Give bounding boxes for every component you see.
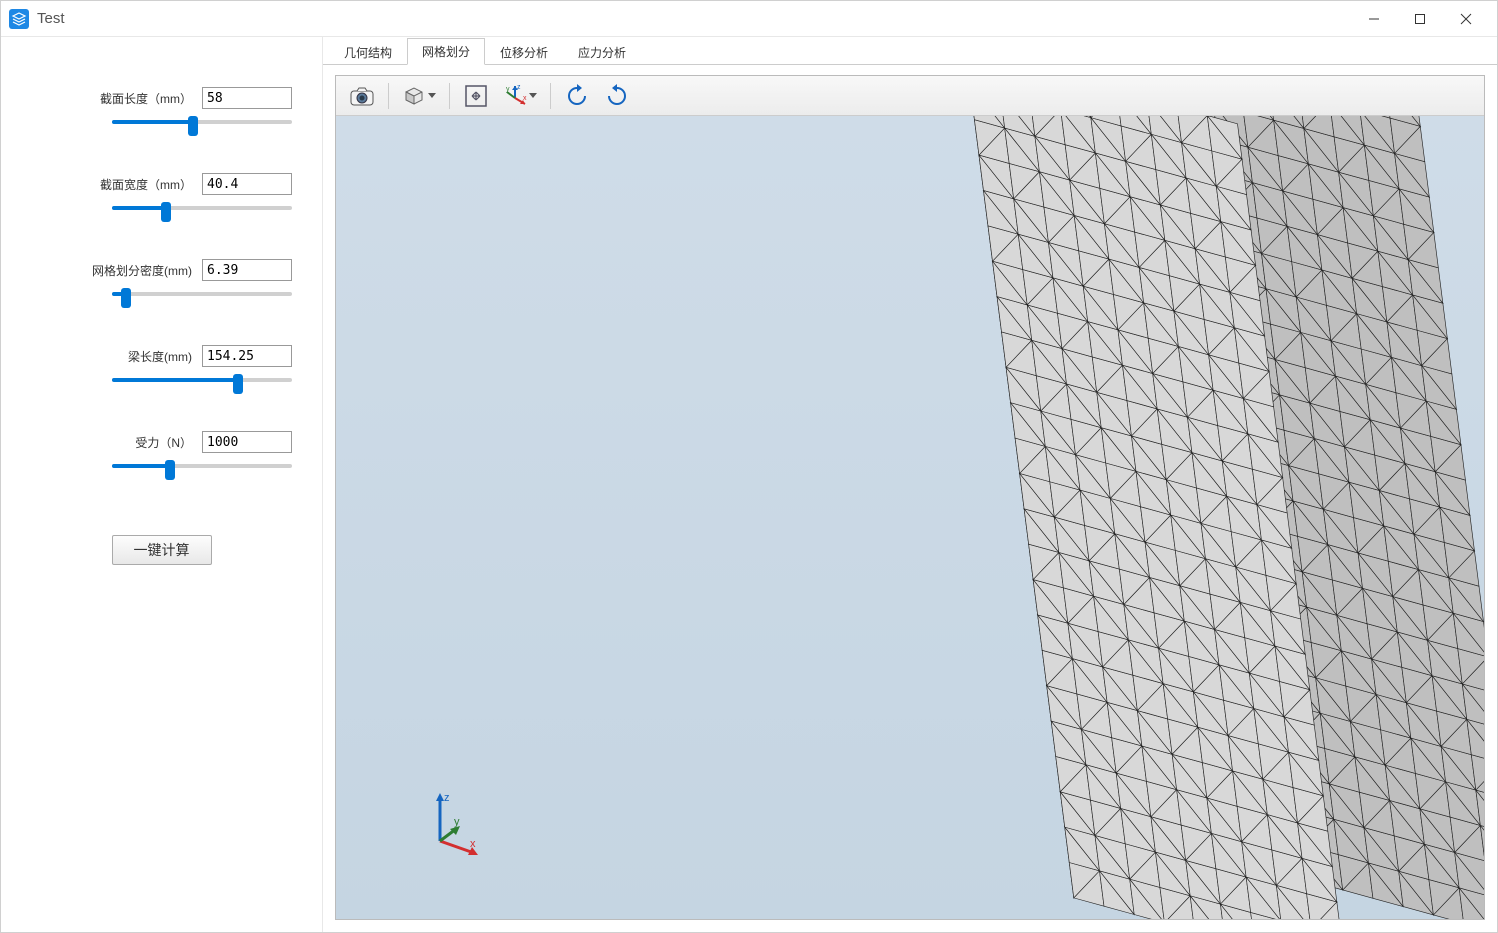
svg-text:y: y (454, 816, 460, 828)
beam-length-input[interactable] (202, 345, 292, 367)
field-label: 截面宽度（mm） (100, 176, 192, 193)
tab-stress[interactable]: 应力分析 (563, 39, 641, 65)
field-label: 梁长度(mm) (128, 348, 192, 365)
rotate-cw-icon[interactable] (599, 80, 635, 112)
fit-view-icon[interactable] (458, 80, 494, 112)
axis-orientation-icon[interactable]: zx y (498, 80, 542, 112)
field-label: 网格划分密度(mm) (92, 262, 192, 279)
sidebar: 截面长度（mm） 截面宽度（mm） 网格划分密度(mm) 梁长度(mm) (1, 37, 323, 932)
close-button[interactable] (1443, 1, 1489, 37)
field-label: 受力（N） (135, 434, 192, 451)
tab-displacement[interactable]: 位移分析 (485, 39, 563, 65)
field-section-length: 截面长度（mm） (31, 87, 292, 131)
field-force: 受力（N） (31, 431, 292, 475)
force-input[interactable] (202, 431, 292, 453)
section-length-slider[interactable] (112, 113, 292, 131)
field-label: 截面长度（mm） (100, 90, 192, 107)
mesh-render (336, 116, 1484, 919)
maximize-button[interactable] (1397, 1, 1443, 37)
svg-text:x: x (470, 838, 476, 850)
app-icon (9, 9, 29, 29)
svg-text:z: z (517, 84, 521, 91)
viewer-toolbar: zx y (336, 76, 1484, 116)
svg-text:z: z (444, 792, 450, 804)
tab-geometry[interactable]: 几何结构 (329, 39, 407, 65)
field-section-width: 截面宽度（mm） (31, 173, 292, 217)
titlebar: Test (1, 1, 1497, 37)
field-beam-length: 梁长度(mm) (31, 345, 292, 389)
beam-length-slider[interactable] (112, 371, 292, 389)
window-title: Test (37, 10, 65, 27)
mesh-density-slider[interactable] (112, 285, 292, 303)
camera-icon[interactable] (344, 80, 380, 112)
section-width-slider[interactable] (112, 199, 292, 217)
main-panel: 几何结构 网格划分 位移分析 应力分析 zxy (323, 37, 1497, 932)
tab-mesh[interactable]: 网格划分 (407, 38, 485, 65)
rotate-ccw-icon[interactable] (559, 80, 595, 112)
mesh-density-input[interactable] (202, 259, 292, 281)
separator (388, 83, 389, 109)
section-length-input[interactable] (202, 87, 292, 109)
separator (449, 83, 450, 109)
separator (550, 83, 551, 109)
svg-text:x: x (523, 95, 527, 102)
cube-view-icon[interactable] (397, 80, 441, 112)
field-mesh-density: 网格划分密度(mm) (31, 259, 292, 303)
axis-triad: z x y (416, 789, 486, 859)
minimize-button[interactable] (1351, 1, 1397, 37)
section-width-input[interactable] (202, 173, 292, 195)
calculate-button[interactable]: 一键计算 (112, 535, 212, 565)
tabs: 几何结构 网格划分 位移分析 应力分析 (323, 37, 1497, 65)
viewer: zxy z x y (335, 75, 1485, 920)
canvas-3d[interactable]: z x y (336, 116, 1484, 919)
svg-text:y: y (506, 86, 510, 93)
force-slider[interactable] (112, 457, 292, 475)
